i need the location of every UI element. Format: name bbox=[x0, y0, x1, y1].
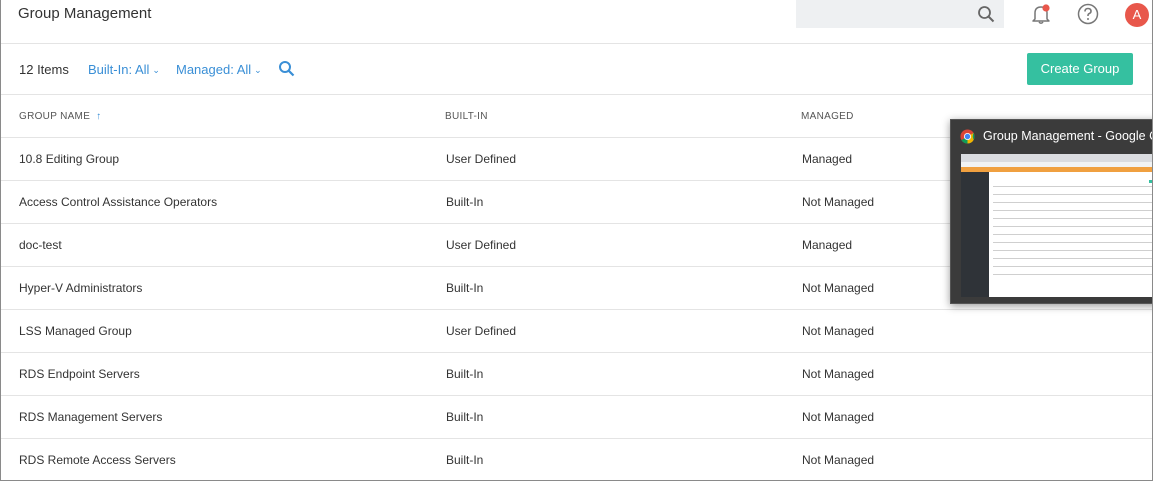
window-thumbnail[interactable] bbox=[961, 154, 1152, 297]
group-name-cell[interactable]: RDS Remote Access Servers bbox=[19, 453, 176, 467]
taskbar-window-preview[interactable]: Group Management - Google C... bbox=[950, 119, 1153, 304]
managed-cell: Managed bbox=[802, 238, 853, 252]
group-name-cell[interactable]: RDS Endpoint Servers bbox=[19, 367, 140, 381]
managed-cell: Not Managed bbox=[802, 281, 875, 295]
page-title: Group Management bbox=[18, 5, 152, 22]
column-header-group-name[interactable]: GROUP NAME ↑ bbox=[19, 111, 101, 122]
arrow-up-icon: ↑ bbox=[96, 111, 102, 122]
managed-cell: Not Managed bbox=[802, 453, 875, 467]
table-row[interactable]: RDS Management Servers Built-In Not Mana… bbox=[1, 396, 1152, 439]
group-name-cell[interactable]: Access Control Assistance Operators bbox=[19, 195, 217, 209]
built-in-cell: Built-In bbox=[446, 410, 484, 424]
managed-filter-label: Managed: All bbox=[176, 62, 252, 77]
table-row[interactable]: LSS Managed Group User Defined Not Manag… bbox=[1, 310, 1152, 353]
global-search-input[interactable] bbox=[796, 0, 1004, 28]
builtin-filter-label: Built-In: All bbox=[88, 62, 150, 77]
preview-window-title: Group Management - Google C... bbox=[983, 129, 1153, 143]
help-icon[interactable] bbox=[1077, 3, 1099, 25]
managed-cell: Managed bbox=[802, 152, 853, 166]
create-group-button[interactable]: Create Group bbox=[1027, 53, 1133, 85]
group-name-cell[interactable]: LSS Managed Group bbox=[19, 324, 132, 338]
item-count: 12 Items bbox=[19, 62, 69, 77]
search-icon[interactable] bbox=[977, 5, 995, 28]
top-bar: Group Management A bbox=[1, 0, 1152, 44]
built-in-cell: User Defined bbox=[446, 152, 517, 166]
chevron-down-icon: ⌄ bbox=[152, 65, 160, 75]
built-in-cell: User Defined bbox=[446, 238, 517, 252]
group-name-cell[interactable]: Hyper-V Administrators bbox=[19, 281, 142, 295]
managed-cell: Not Managed bbox=[802, 410, 875, 424]
managed-cell: Not Managed bbox=[802, 195, 875, 209]
table-row[interactable]: RDS Endpoint Servers Built-In Not Manage… bbox=[1, 353, 1152, 396]
builtin-filter-dropdown[interactable]: Built-In: All ⌄ bbox=[88, 62, 160, 77]
column-header-managed[interactable]: MANAGED bbox=[801, 111, 854, 122]
managed-filter-dropdown[interactable]: Managed: All ⌄ bbox=[176, 62, 262, 77]
built-in-cell: Built-In bbox=[446, 195, 484, 209]
chevron-down-icon: ⌄ bbox=[254, 65, 262, 75]
built-in-cell: Built-In bbox=[446, 367, 484, 381]
user-avatar[interactable]: A bbox=[1125, 3, 1149, 27]
managed-cell: Not Managed bbox=[802, 367, 875, 381]
built-in-cell: Built-In bbox=[446, 281, 484, 295]
column-header-built-in[interactable]: BUILT-IN bbox=[445, 111, 488, 122]
group-name-cell[interactable]: doc-test bbox=[19, 238, 62, 252]
list-toolbar: 12 Items Built-In: All ⌄ Managed: All ⌄ Cr… bbox=[1, 44, 1152, 95]
app-window: Group Management A 12 Items Built-In: Al… bbox=[0, 0, 1153, 481]
built-in-cell: Built-In bbox=[446, 453, 484, 467]
managed-cell: Not Managed bbox=[802, 324, 875, 338]
group-name-cell[interactable]: RDS Management Servers bbox=[19, 410, 162, 424]
notification-bell-icon[interactable] bbox=[1030, 3, 1052, 25]
chrome-icon bbox=[960, 129, 975, 144]
table-row[interactable]: RDS Remote Access Servers Built-In Not M… bbox=[1, 439, 1152, 480]
search-icon[interactable] bbox=[278, 60, 296, 83]
group-name-cell[interactable]: 10.8 Editing Group bbox=[19, 152, 119, 166]
built-in-cell: User Defined bbox=[446, 324, 517, 338]
